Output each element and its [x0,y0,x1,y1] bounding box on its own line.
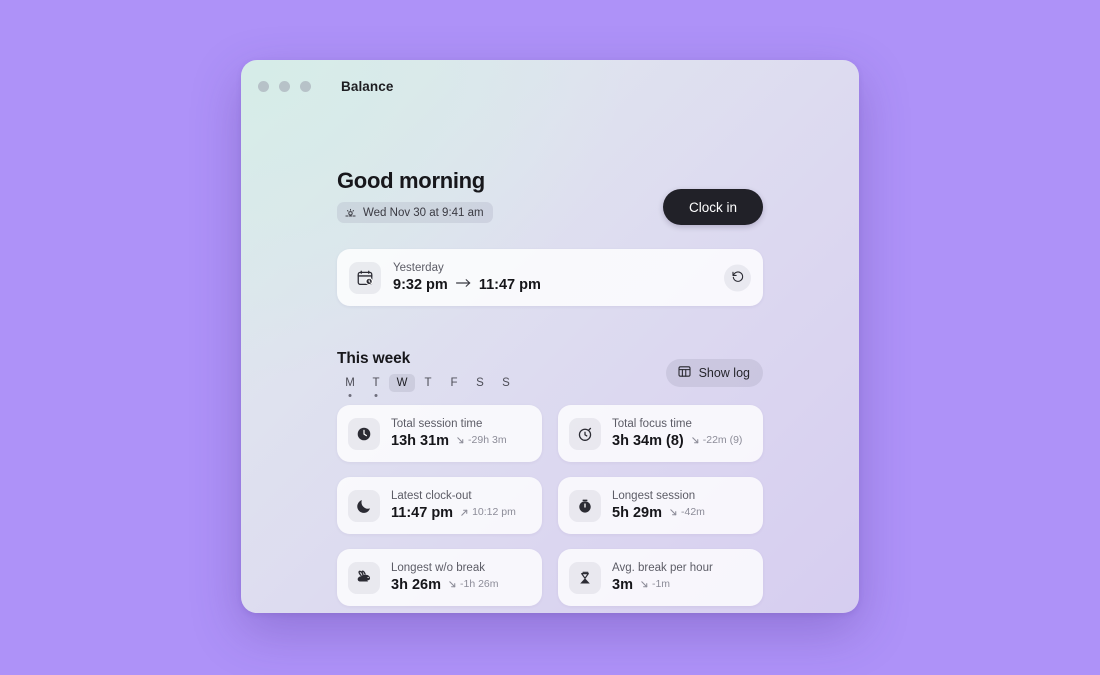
week-header: This week M T W T F S S Show log [337,350,763,397]
weekday-label: M [345,377,355,389]
stat-value: 5h 29m [612,504,662,521]
stat-delta: 10:12 pm [460,506,516,518]
stat-label: Total session time [391,417,483,430]
trend-down-icon [456,436,465,445]
stat-delta-value: -42m [680,506,705,519]
stat-delta: -1m [640,578,670,590]
trend-up-icon [460,508,469,517]
close-dot-icon[interactable] [258,80,269,92]
show-log-button[interactable]: Show log [665,359,763,387]
app-title: Balance [341,78,394,94]
stat-delta: -42m [669,506,705,518]
stat-value: 3m [612,576,633,593]
title-bar: Balance [241,60,859,112]
desktop: Balance Good morning Wed Nov 30 at 9:41 … [0,0,1100,675]
stat-body: Total session time 13h 31m -29h 3m [391,417,507,451]
weekday-mon[interactable]: M [337,374,363,397]
rabbit-icon [348,561,380,594]
stat-delta-value: 10:12 pm [472,506,516,519]
weekday-thu[interactable]: T [415,374,441,392]
calendar-clock-icon [349,261,381,294]
traffic-lights [258,80,311,92]
hourglass-sand-icon [569,561,601,594]
stat-row: 3h 34m (8) -22m (9) [612,432,742,451]
session-label: Yesterday [393,262,444,275]
session-end-time: 11:47 pm [478,276,541,293]
weekday-label: S [502,377,510,389]
yesterday-session-card[interactable]: Yesterday 9:32 pm 11:47 pm [337,249,763,306]
weekday-fri[interactable]: F [441,374,467,392]
stat-card-latest-clock-out[interactable]: Latest clock-out 11:47 pm 10:12 pm [337,477,542,534]
stat-label: Latest clock-out [391,489,472,502]
app-window: Balance Good morning Wed Nov 30 at 9:41 … [241,60,859,613]
clock-in-button[interactable]: Clock in [663,189,763,225]
arrow-right-icon [455,276,472,294]
weekday-label: T [372,377,380,389]
stat-card-longest-session[interactable]: Longest session 5h 29m -42m [558,477,763,534]
weekday-label: F [450,377,458,389]
clock-filled-icon [348,417,380,450]
stat-body: Latest clock-out 11:47 pm 10:12 pm [391,489,516,523]
weekday-sat[interactable]: S [467,374,493,392]
sunrise-icon [344,206,357,219]
stat-delta: -29h 3m [456,434,507,446]
session-text: Yesterday 9:32 pm 11:47 pm [393,261,541,294]
stat-delta: -22m (9) [691,434,743,447]
stats-grid: Total session time 13h 31m -29h 3m Total… [337,405,763,606]
stat-delta-value: -1h 26m [459,578,499,591]
weekday-activity-dot [348,394,352,397]
minimize-dot-icon[interactable] [279,80,290,92]
weekday-wed[interactable]: W [389,374,415,392]
stat-value: 3h 26m [391,576,441,593]
weekday-sun[interactable]: S [493,374,519,392]
stat-label: Total focus time [612,417,692,430]
stopwatch-outline-icon [569,417,601,450]
stat-row: 11:47 pm 10:12 pm [391,504,516,523]
stat-body: Longest session 5h 29m -42m [612,489,705,523]
stat-row: 13h 31m -29h 3m [391,432,507,451]
greeting-row: Good morning Wed Nov 30 at 9:41 am Clock… [337,168,763,230]
stat-body: Total focus time 3h 34m (8) -22m (9) [612,417,742,451]
restart-counterclockwise-icon [731,269,745,286]
stat-value: 11:47 pm [391,504,454,521]
stat-delta-value: -1m [651,578,671,591]
weekday-label: S [476,377,484,389]
stat-row: 5h 29m -42m [612,504,705,523]
weekday-tue[interactable]: T [363,374,389,397]
table-grid-icon [677,364,692,382]
stat-delta-value: -22m (9) [702,434,743,447]
stat-delta-value: -29h 3m [468,434,507,447]
stat-card-total-focus-time[interactable]: Total focus time 3h 34m (8) -22m (9) [558,405,763,462]
stopwatch-filled-icon [569,489,601,522]
stat-delta: -1h 26m [448,578,499,590]
trend-down-icon [691,436,700,445]
stat-row: 3m -1m [612,576,713,595]
stat-body: Avg. break per hour 3m -1m [612,561,713,595]
date-badge: Wed Nov 30 at 9:41 am [337,202,493,223]
stat-label: Longest session [612,489,696,502]
moon-icon [348,489,380,522]
session-times: 9:32 pm 11:47 pm [393,276,541,294]
show-log-label: Show log [698,366,750,380]
trend-down-icon [669,508,678,517]
stat-value: 3h 34m (8) [612,432,684,449]
trend-down-icon [640,580,649,589]
main-content: Good morning Wed Nov 30 at 9:41 am Clock… [337,168,763,606]
stat-row: 3h 26m -1h 26m [391,576,499,595]
stat-card-avg-break-per-hour[interactable]: Avg. break per hour 3m -1m [558,549,763,606]
weekday-activity-dot [374,394,378,397]
date-badge-text: Wed Nov 30 at 9:41 am [363,206,484,219]
trend-down-icon [448,580,457,589]
maximize-dot-icon[interactable] [300,80,311,92]
stat-label: Avg. break per hour [612,561,713,574]
weekday-label: T [424,377,432,389]
weekday-label: W [396,377,408,389]
session-start-time: 9:32 pm [393,276,448,293]
stat-card-longest-without-break[interactable]: Longest w/o break 3h 26m -1h 26m [337,549,542,606]
stat-body: Longest w/o break 3h 26m -1h 26m [391,561,499,595]
stat-value: 13h 31m [391,432,450,449]
stat-card-total-session-time[interactable]: Total session time 13h 31m -29h 3m [337,405,542,462]
stat-label: Longest w/o break [391,561,485,574]
restart-session-button[interactable] [724,264,751,291]
